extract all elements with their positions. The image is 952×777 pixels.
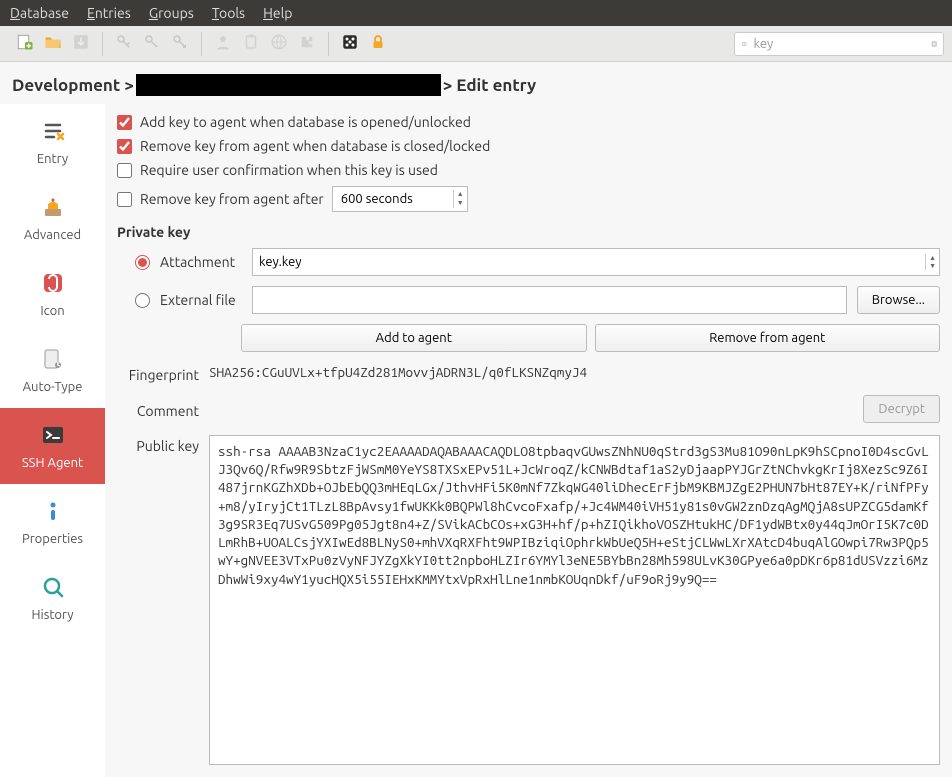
icon-icon <box>41 271 65 295</box>
menu-groups[interactable]: Groups <box>149 5 194 21</box>
clear-icon[interactable] <box>931 35 938 53</box>
menu-database[interactable]: Database <box>10 5 69 21</box>
terminal-icon <box>41 423 65 447</box>
history-icon <box>41 575 65 599</box>
remove-after-spinner[interactable]: ▲ ▼ <box>332 186 468 212</box>
entry-tabs: Entry Advanced Icon Auto-Type SSH Agent … <box>0 104 105 777</box>
decrypt-button[interactable]: Decrypt <box>863 395 940 423</box>
lock-icon[interactable] <box>369 33 387 54</box>
breadcrumb-tail: Edit entry <box>456 76 536 95</box>
remove-from-agent-button[interactable]: Remove from agent <box>595 324 941 352</box>
remove-after-checkbox[interactable] <box>117 192 132 207</box>
tab-sshagent-label: SSH Agent <box>22 456 83 470</box>
advanced-icon <box>41 195 65 219</box>
ssh-agent-panel: Add key to agent when database is opened… <box>105 104 952 777</box>
clipboard-icon[interactable] <box>242 33 260 54</box>
dice-icon[interactable] <box>341 33 359 54</box>
search-input[interactable] <box>754 37 925 51</box>
menu-entries[interactable]: Entries <box>87 5 131 21</box>
search-box[interactable] <box>734 32 944 56</box>
menu-tools[interactable]: Tools <box>212 5 245 21</box>
remove-after-label: Remove key from agent after <box>140 191 324 207</box>
external-label: External file <box>160 292 242 308</box>
info-icon <box>41 499 65 523</box>
add-on-open-label: Add key to agent when database is opened… <box>140 114 471 130</box>
spinner-up-icon[interactable]: ▲ <box>454 190 467 199</box>
target-icon <box>741 35 748 53</box>
add-to-agent-button[interactable]: Add to agent <box>241 324 587 352</box>
remove-on-close-label: Remove key from agent when database is c… <box>140 138 490 154</box>
external-input[interactable] <box>252 286 847 314</box>
tab-advanced-label: Advanced <box>24 228 81 242</box>
attachment-radio[interactable] <box>135 255 150 270</box>
tab-history-label: History <box>31 608 73 622</box>
spinner-down-icon[interactable]: ▼ <box>454 199 467 208</box>
key-icon[interactable] <box>115 33 133 54</box>
remove-after-input[interactable] <box>333 192 453 206</box>
tab-sshagent[interactable]: SSH Agent <box>0 408 105 484</box>
main: Entry Advanced Icon Auto-Type SSH Agent … <box>0 104 952 777</box>
breadcrumb-root[interactable]: Development <box>12 76 120 95</box>
attachment-label: Attachment <box>160 254 242 270</box>
require-confirm-label: Require user confirmation when this key … <box>140 162 438 178</box>
combo-up-icon[interactable]: ▲ <box>929 254 936 262</box>
require-confirm-checkbox[interactable] <box>117 163 132 178</box>
tab-icon-label: Icon <box>40 304 64 318</box>
external-radio[interactable] <box>135 293 150 308</box>
menu-help[interactable]: Help <box>263 5 292 21</box>
menubar: Database Entries Groups Tools Help <box>0 0 952 26</box>
private-key-heading: Private key <box>117 224 940 240</box>
tab-autotype[interactable]: Auto-Type <box>0 332 105 408</box>
entry-icon <box>41 119 65 143</box>
user-icon[interactable] <box>214 33 232 54</box>
breadcrumb-redacted <box>136 74 441 96</box>
tab-properties-label: Properties <box>22 532 83 546</box>
tab-advanced[interactable]: Advanced <box>0 180 105 256</box>
puzzle-icon[interactable] <box>298 33 316 54</box>
breadcrumb: Development > > Edit entry <box>0 62 952 104</box>
browse-button[interactable]: Browse... <box>857 286 940 314</box>
new-db-icon[interactable] <box>16 33 34 54</box>
remove-on-close-checkbox[interactable] <box>117 139 132 154</box>
open-db-icon[interactable] <box>44 33 62 54</box>
publickey-value[interactable]: ssh-rsa AAAAB3NzaC1yc2EAAAADAQABAAACAQDL… <box>209 435 940 765</box>
autotype-icon <box>41 347 65 371</box>
tab-properties[interactable]: Properties <box>0 484 105 560</box>
publickey-label: Public key <box>117 435 199 454</box>
attachment-combo[interactable] <box>253 249 925 275</box>
save-db-icon[interactable] <box>72 33 90 54</box>
toolbar <box>0 26 952 62</box>
fingerprint-value: SHA256:CGuUVLx+tfpU4Zd281MovvjADRN3L/q0f… <box>209 364 940 380</box>
comment-label: Comment <box>117 400 199 419</box>
tab-autotype-label: Auto-Type <box>23 380 83 394</box>
fingerprint-label: Fingerprint <box>117 364 199 383</box>
tab-history[interactable]: History <box>0 560 105 636</box>
globe-icon[interactable] <box>270 33 288 54</box>
key3-icon[interactable] <box>171 33 189 54</box>
tab-entry[interactable]: Entry <box>0 104 105 180</box>
tab-icon[interactable]: Icon <box>0 256 105 332</box>
tab-entry-label: Entry <box>37 152 68 166</box>
combo-down-icon[interactable]: ▼ <box>929 262 936 270</box>
key2-icon[interactable] <box>143 33 161 54</box>
add-on-open-checkbox[interactable] <box>117 115 132 130</box>
